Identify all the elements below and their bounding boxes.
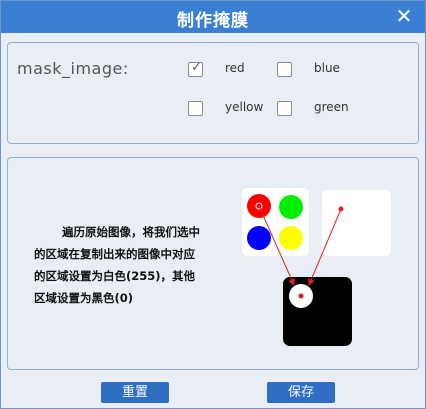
- mask-illustration: [242, 188, 391, 346]
- checkbox-label-yellow: yellow: [225, 100, 264, 114]
- checkbox-label-red: red: [225, 61, 245, 75]
- checkbox-box[interactable]: [188, 101, 203, 116]
- title-bar[interactable]: 制作掩膜 ✕: [1, 1, 425, 33]
- mask-image-label: mask_image:: [17, 59, 129, 78]
- save-button[interactable]: 保存: [267, 382, 335, 403]
- reset-button[interactable]: 重置: [101, 382, 169, 403]
- make-mask-dialog: 制作掩膜 ✕ mask_image: ✓ red blue yellow gre…: [0, 0, 426, 409]
- mask-options-panel: mask_image: ✓ red blue yellow green: [7, 42, 419, 144]
- checkbox-label-blue: blue: [314, 61, 340, 75]
- dialog-title: 制作掩膜: [177, 11, 249, 31]
- green-circle: [279, 195, 303, 219]
- close-icon[interactable]: ✕: [393, 4, 415, 28]
- blue-circle: [247, 226, 271, 250]
- mask-selection-point: [298, 293, 304, 299]
- checkbox-label-green: green: [314, 100, 349, 114]
- illustration-panel: 遍历原始图像，将我们选中 的区域在复制出来的图像中对应 的区域设置为白色(255…: [7, 157, 419, 370]
- checkmark-icon: ✓: [191, 60, 202, 75]
- checkbox-box[interactable]: [277, 101, 292, 116]
- copy-image: [322, 190, 391, 256]
- checkbox-box[interactable]: ✓: [188, 60, 203, 77]
- checkbox-box[interactable]: [277, 62, 292, 77]
- yellow-circle: [279, 226, 303, 250]
